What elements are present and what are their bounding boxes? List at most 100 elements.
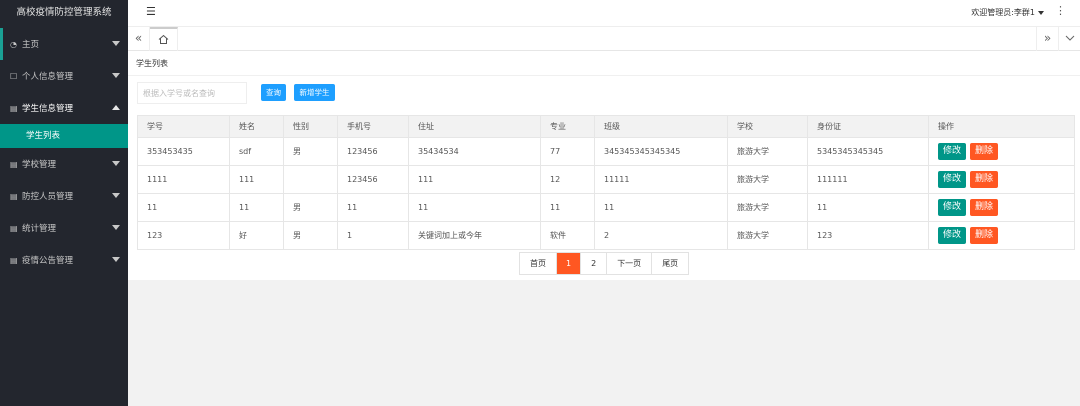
table-header-row: 学号 姓名 性别 手机号 住址 专业 班级 学校 身份证 操作 — [137, 115, 1075, 138]
table-cell: 11 — [594, 193, 728, 222]
chevron-down-icon — [112, 161, 120, 166]
table-cell: 2 — [594, 221, 728, 250]
home-icon — [158, 34, 169, 44]
top-header: ☰ 欢迎管理员:李群1 ⋮ — [128, 0, 1080, 26]
sidebar-item-schools[interactable]: ▤ 学校管理 — [0, 148, 128, 180]
sidebar-subitem-student-list[interactable]: 学生列表 — [0, 124, 128, 148]
table-cell: 男 — [283, 137, 338, 166]
table-cell: 男 — [283, 221, 338, 250]
actions-cell: 修改 删除 — [928, 165, 1075, 194]
first-page-button[interactable]: 首页 — [520, 253, 557, 274]
delete-button[interactable]: 删除 — [970, 171, 999, 188]
table-cell: 11111 — [594, 165, 728, 194]
table-cell: 123456 — [337, 137, 409, 166]
table-cell: 旅游大学 — [727, 193, 808, 222]
menu-fold-icon[interactable]: ☰ — [146, 5, 156, 18]
sidebar: 高校疫情防控管理系统 ◔ 主页 ☐ 个人信息管理 ▤ 学生信息管理 学生列表 ▤… — [0, 0, 128, 406]
sidebar-item-stats[interactable]: ▤ 统计管理 — [0, 212, 128, 244]
main-panel: 学生列表 查询 新增学生 学号 姓名 性别 手机号 住址 专业 班级 学校 身份… — [128, 51, 1080, 280]
table-cell: 123 — [137, 221, 230, 250]
table-cell: 11 — [807, 193, 929, 222]
user-name: 欢迎管理员:李群1 — [971, 8, 1035, 17]
app-title: 高校疫情防控管理系统 — [16, 7, 112, 18]
actions-cell: 修改 删除 — [928, 193, 1075, 222]
table-row: 123 好 男 1 关键词加上或今年 软件 2 旅游大学 123 修改 删除 — [137, 221, 1075, 250]
column-header: 学校 — [727, 115, 808, 138]
table-row: 353453435 sdf 男 123456 35434534 77 34534… — [137, 137, 1075, 166]
next-page-button[interactable]: 下一页 — [607, 253, 653, 274]
column-header: 住址 — [408, 115, 541, 138]
doc-icon: ▤ — [10, 191, 18, 201]
tabs-dropdown[interactable] — [1058, 27, 1080, 51]
column-header: 专业 — [540, 115, 595, 138]
table-cell: 旅游大学 — [727, 165, 808, 194]
column-header: 手机号 — [337, 115, 409, 138]
table-cell: 好 — [229, 221, 284, 250]
table-cell: 11 — [229, 193, 284, 222]
edit-button[interactable]: 修改 — [938, 227, 967, 244]
user-menu[interactable]: 欢迎管理员:李群1 — [971, 7, 1044, 18]
dashboard-icon: ◔ — [10, 39, 17, 49]
table-cell: 男 — [283, 193, 338, 222]
table-cell: sdf — [229, 137, 284, 166]
tab-home[interactable] — [150, 27, 178, 51]
breadcrumb: 学生列表 — [136, 59, 168, 68]
more-vertical-icon[interactable]: ⋮ — [1055, 4, 1066, 17]
pagination: 首页 1 2 下一页 尾页 — [519, 252, 690, 275]
last-page-button[interactable]: 尾页 — [652, 253, 689, 274]
table-cell: 12 — [540, 165, 595, 194]
student-table: 学号 姓名 性别 手机号 住址 专业 班级 学校 身份证 操作 35345343… — [137, 115, 1075, 250]
sidebar-item-students[interactable]: ▤ 学生信息管理 — [0, 92, 128, 124]
chevron-down-icon — [1065, 35, 1075, 41]
table-cell — [283, 165, 338, 194]
column-header: 性别 — [283, 115, 338, 138]
column-header: 身份证 — [807, 115, 929, 138]
sidebar-item-home[interactable]: ◔ 主页 — [0, 28, 128, 60]
chevron-down-icon — [112, 257, 120, 262]
chevron-down-icon — [112, 193, 120, 198]
scroll-left-icon[interactable]: « — [128, 27, 150, 51]
page-button-current[interactable]: 1 — [557, 253, 582, 274]
sidebar-item-profile[interactable]: ☐ 个人信息管理 — [0, 60, 128, 92]
user-icon: ☐ — [10, 71, 18, 81]
column-header: 姓名 — [229, 115, 284, 138]
chevron-down-icon — [112, 73, 120, 78]
search-button[interactable]: 查询 — [261, 84, 286, 101]
table-cell: 353453435 — [137, 137, 230, 166]
chevron-up-icon — [112, 105, 120, 110]
table-cell: 11 — [408, 193, 541, 222]
table-cell: 1 — [337, 221, 409, 250]
edit-button[interactable]: 修改 — [938, 143, 967, 160]
search-input[interactable] — [137, 82, 247, 104]
column-header: 操作 — [928, 115, 1075, 138]
actions-cell: 修改 删除 — [928, 221, 1075, 250]
table-row: 11 11 男 11 11 11 11 旅游大学 11 修改 删除 — [137, 193, 1075, 222]
doc-icon: ▤ — [10, 159, 18, 169]
delete-button[interactable]: 删除 — [970, 227, 999, 244]
actions-cell: 修改 删除 — [928, 137, 1075, 166]
table-cell: 11 — [337, 193, 409, 222]
delete-button[interactable]: 删除 — [970, 199, 999, 216]
table-cell: 1111 — [137, 165, 230, 194]
doc-icon: ▤ — [10, 103, 18, 113]
tabs-bar: « » — [128, 26, 1080, 51]
scroll-right-icon[interactable]: » — [1036, 27, 1058, 51]
edit-button[interactable]: 修改 — [938, 171, 967, 188]
table-cell: 5345345345345 — [807, 137, 929, 166]
sidebar-item-staff[interactable]: ▤ 防控人员管理 — [0, 180, 128, 212]
page-button[interactable]: 2 — [581, 253, 608, 274]
add-student-button[interactable]: 新增学生 — [294, 84, 335, 101]
table-cell: 77 — [540, 137, 595, 166]
table-cell: 关键词加上或今年 — [408, 221, 541, 250]
table-cell: 123456 — [337, 165, 409, 194]
table-cell: 软件 — [540, 221, 595, 250]
edit-button[interactable]: 修改 — [938, 199, 967, 216]
table-cell: 11 — [540, 193, 595, 222]
table-cell: 345345345345345 — [594, 137, 728, 166]
table-cell: 111111 — [807, 165, 929, 194]
table-cell: 123 — [807, 221, 929, 250]
divider — [128, 75, 1080, 76]
chevron-down-icon — [112, 41, 120, 46]
delete-button[interactable]: 删除 — [970, 143, 999, 160]
sidebar-item-notices[interactable]: ▤ 疫情公告管理 — [0, 244, 128, 276]
